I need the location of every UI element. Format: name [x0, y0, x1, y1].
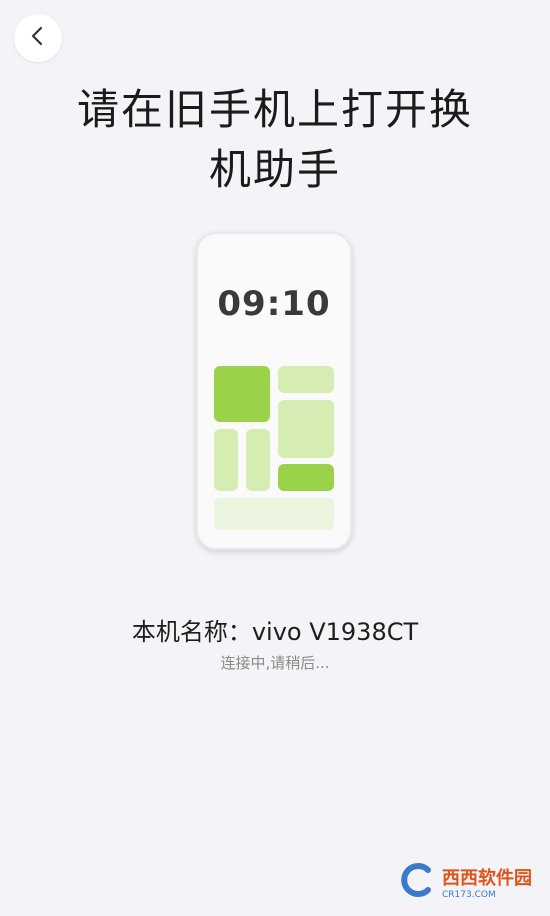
page-title: 请在旧手机上打开换 机助手: [40, 80, 510, 200]
device-name: 本机名称：vivo V1938CT: [131, 618, 419, 646]
phone-clock: 09:10: [217, 284, 331, 324]
tile-top-right: [278, 366, 334, 393]
tile-mid-right: [278, 400, 334, 458]
watermark-logo: 西西软件园 CR173.COM: [398, 862, 532, 902]
cr-logo-icon: [398, 862, 438, 902]
tile-left-b: [246, 429, 270, 491]
phone-illustration: 09:10: [196, 232, 352, 550]
tile-footer: [214, 498, 334, 530]
tile-bottom-right: [278, 464, 334, 491]
back-button[interactable]: [14, 14, 62, 62]
connection-status: 连接中,请稍后...: [220, 654, 330, 672]
title-line-2: 机助手: [208, 145, 341, 194]
tile-large: [214, 366, 270, 422]
title-line-1: 请在旧手机上打开换: [76, 85, 473, 134]
watermark-subtext: CR173.COM: [442, 890, 496, 900]
watermark-text: 西西软件园: [442, 868, 532, 889]
chevron-left-icon: [27, 25, 49, 51]
tile-left-a: [214, 429, 238, 491]
